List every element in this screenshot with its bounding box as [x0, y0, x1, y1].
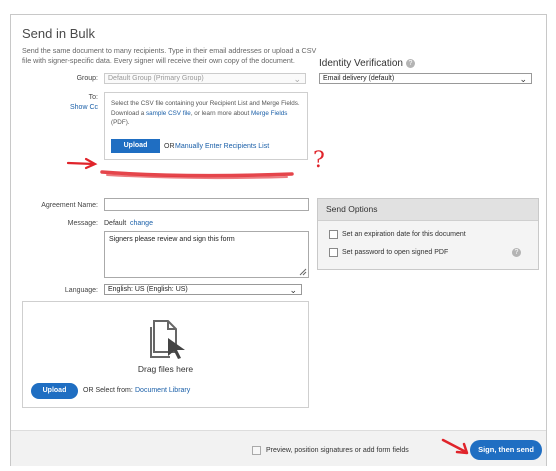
identity-verification-select[interactable]: Email delivery (default) ⌄ [319, 73, 532, 84]
page-description: Send the same document to many recipient… [22, 46, 317, 65]
preview-label: Preview, position signatures or add form… [266, 447, 409, 454]
language-label: Language: [64, 287, 98, 294]
or-select-from-text: OR Select from: [83, 387, 133, 394]
help-icon[interactable]: ? [405, 58, 415, 68]
or-text: OR [164, 143, 175, 150]
file-upload-button[interactable]: Upload [31, 383, 78, 399]
password-label: Set password to open signed PDF [342, 249, 449, 256]
send-options-title: Send Options [318, 199, 538, 221]
expiration-checkbox[interactable] [329, 230, 338, 239]
to-label: To: [88, 94, 98, 101]
page-title: Send in Bulk [22, 26, 95, 41]
document-drag-icon [150, 320, 185, 359]
drag-files-text: Drag files here [137, 364, 194, 374]
message-default-text: Default [104, 220, 127, 227]
show-cc-link[interactable]: Show Cc [62, 104, 98, 111]
message-label: Message: [67, 220, 98, 227]
language-select-value: English: US (English: US) [108, 286, 188, 293]
identity-select-value: Email delivery (default) [323, 75, 395, 82]
password-checkbox[interactable] [329, 248, 338, 257]
language-select[interactable]: English: US (English: US) ⌄ [104, 284, 302, 295]
sign-then-send-button[interactable]: Sign, then send [470, 440, 542, 460]
expiration-label: Set an expiration date for this document [342, 231, 466, 238]
document-library-link[interactable]: Document Library [135, 387, 190, 394]
preview-checkbox[interactable] [252, 446, 261, 455]
chevron-down-icon: ⌄ [293, 74, 301, 84]
group-select[interactable]: Default Group (Primary Group) ⌄ [104, 73, 306, 84]
group-select-value: Default Group (Primary Group) [108, 75, 204, 82]
message-textarea[interactable]: Signers please review and sign this form [104, 231, 309, 278]
agreement-name-input[interactable] [104, 198, 309, 211]
resize-handle-icon[interactable] [299, 268, 307, 276]
help-icon[interactable]: ? [512, 248, 521, 257]
csv-upload-button[interactable]: Upload [111, 139, 160, 153]
agreement-name-label: Agreement Name: [41, 202, 98, 209]
group-label: Group: [76, 75, 98, 82]
manual-entry-link[interactable]: Manually Enter Recipients List [175, 143, 269, 150]
chevron-down-icon: ⌄ [289, 285, 297, 295]
csv-instructions: Select the CSV file containing your Reci… [111, 100, 300, 126]
chevron-down-icon: ⌄ [519, 74, 527, 84]
identity-verification-title: Identity Verification? [319, 58, 415, 69]
merge-fields-link[interactable]: Merge Fields [251, 110, 287, 117]
message-change-link[interactable]: change [130, 220, 153, 227]
sample-csv-link[interactable]: sample CSV file [146, 110, 191, 117]
